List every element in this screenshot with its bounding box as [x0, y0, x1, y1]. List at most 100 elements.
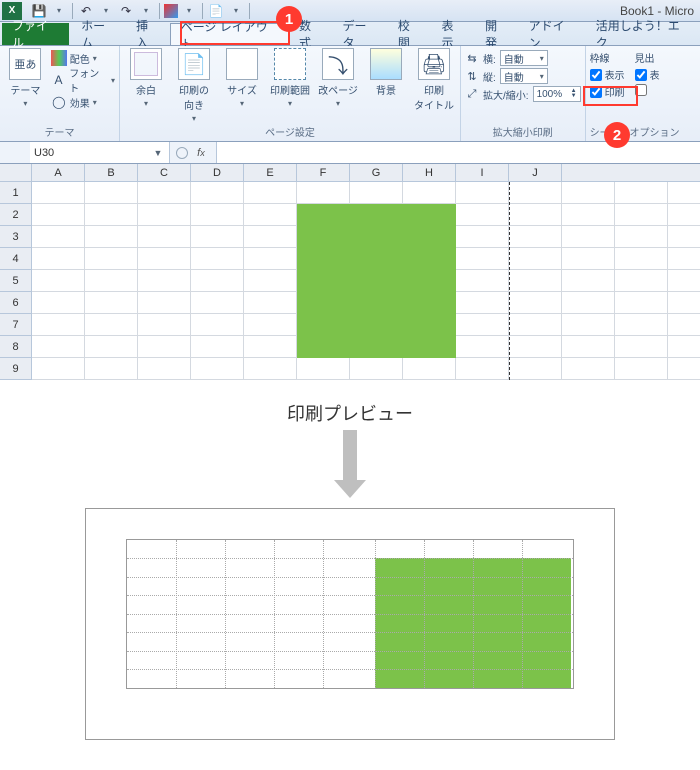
cell[interactable]	[85, 292, 138, 314]
size-button[interactable]: サイズ▾	[220, 48, 264, 108]
cell[interactable]	[668, 226, 700, 248]
col-header[interactable]	[562, 164, 700, 182]
cell[interactable]	[509, 358, 562, 380]
width-combo[interactable]: 自動▾	[500, 50, 548, 66]
cell[interactable]	[456, 182, 509, 204]
cell[interactable]	[244, 270, 297, 292]
cell[interactable]	[32, 248, 85, 270]
cell[interactable]	[668, 292, 700, 314]
gridlines-view-checkbox[interactable]: 表示	[590, 67, 625, 82]
row-header[interactable]: 4	[0, 248, 32, 270]
name-box[interactable]: U30 ▼	[30, 142, 170, 163]
cell[interactable]	[615, 292, 668, 314]
cell[interactable]	[509, 204, 562, 226]
row-header[interactable]: 2	[0, 204, 32, 226]
cell[interactable]	[615, 182, 668, 204]
cell[interactable]	[668, 358, 700, 380]
cell[interactable]	[85, 226, 138, 248]
tab-page-layout[interactable]: ページ レイアウト	[170, 23, 289, 45]
cell[interactable]	[562, 270, 615, 292]
cell[interactable]	[85, 248, 138, 270]
row-header[interactable]: 9	[0, 358, 32, 380]
cell[interactable]	[191, 182, 244, 204]
cell[interactable]	[32, 314, 85, 336]
cell[interactable]	[85, 270, 138, 292]
fonts-button[interactable]: Aフォント▾	[51, 70, 115, 90]
tab-developer[interactable]: 開発	[475, 23, 519, 45]
tab-review[interactable]: 校閲	[388, 23, 432, 45]
cell[interactable]	[244, 292, 297, 314]
background-button[interactable]: 背景	[364, 48, 408, 97]
col-header[interactable]: C	[138, 164, 191, 182]
cell[interactable]	[562, 358, 615, 380]
cell[interactable]	[668, 336, 700, 358]
margins-button[interactable]: 余白▾	[124, 48, 168, 108]
cell[interactable]	[138, 270, 191, 292]
cell[interactable]	[456, 314, 509, 336]
cell[interactable]	[85, 336, 138, 358]
headings-view-checkbox[interactable]: 表	[635, 67, 660, 82]
themes-button[interactable]: 亜あ テーマ ▾	[4, 48, 47, 108]
col-header[interactable]: J	[509, 164, 562, 182]
cell[interactable]	[191, 204, 244, 226]
cell[interactable]	[244, 204, 297, 226]
cell[interactable]	[191, 270, 244, 292]
cell[interactable]	[456, 336, 509, 358]
cell[interactable]	[509, 182, 562, 204]
fx-icon[interactable]: fx	[192, 145, 210, 161]
worksheet[interactable]: A B C D E F G H I J 1 2 3 4 5 6 7 8 9 //…	[0, 164, 700, 382]
cell[interactable]	[138, 226, 191, 248]
tab-home[interactable]: ホーム	[71, 23, 126, 45]
cell[interactable]	[668, 182, 700, 204]
cell[interactable]	[509, 336, 562, 358]
checkbox-icon[interactable]	[635, 69, 647, 81]
tab-data[interactable]: データ	[333, 23, 388, 45]
cell[interactable]	[32, 226, 85, 248]
cell[interactable]	[509, 270, 562, 292]
cell[interactable]	[138, 182, 191, 204]
select-all-corner[interactable]	[0, 164, 32, 182]
cell[interactable]	[562, 204, 615, 226]
cell[interactable]	[244, 358, 297, 380]
cell[interactable]	[32, 270, 85, 292]
col-header[interactable]: G	[350, 164, 403, 182]
cell[interactable]	[615, 226, 668, 248]
checkbox-icon[interactable]	[635, 84, 647, 96]
cell[interactable]	[244, 336, 297, 358]
row-header[interactable]: 8	[0, 336, 32, 358]
cell[interactable]	[350, 358, 403, 380]
cell[interactable]	[297, 182, 350, 204]
cell[interactable]	[244, 226, 297, 248]
redo-icon[interactable]: ↷	[117, 2, 135, 20]
headings-print-checkbox[interactable]	[635, 84, 660, 96]
cell[interactable]	[191, 336, 244, 358]
cell[interactable]	[562, 336, 615, 358]
cell[interactable]	[456, 358, 509, 380]
cell[interactable]	[403, 358, 456, 380]
cell[interactable]	[562, 226, 615, 248]
name-box-dropdown-icon[interactable]: ▼	[151, 148, 165, 158]
cell[interactable]	[615, 336, 668, 358]
checkbox-icon[interactable]	[590, 69, 602, 81]
cell[interactable]	[456, 204, 509, 226]
cell[interactable]	[32, 358, 85, 380]
cell[interactable]	[668, 248, 700, 270]
cell[interactable]	[403, 182, 456, 204]
row-header[interactable]: 7	[0, 314, 32, 336]
cell[interactable]	[562, 248, 615, 270]
cell[interactable]	[85, 314, 138, 336]
cell[interactable]	[509, 226, 562, 248]
tab-formulas[interactable]: 数式	[289, 23, 333, 45]
cell[interactable]	[297, 358, 350, 380]
col-header[interactable]: A	[32, 164, 85, 182]
cell[interactable]	[32, 182, 85, 204]
row-header[interactable]: 6	[0, 292, 32, 314]
cell[interactable]	[615, 314, 668, 336]
cell[interactable]	[615, 270, 668, 292]
cell[interactable]	[85, 204, 138, 226]
cell[interactable]	[138, 336, 191, 358]
cell[interactable]	[138, 358, 191, 380]
cell[interactable]	[456, 226, 509, 248]
cell[interactable]	[138, 292, 191, 314]
cell[interactable]	[562, 182, 615, 204]
